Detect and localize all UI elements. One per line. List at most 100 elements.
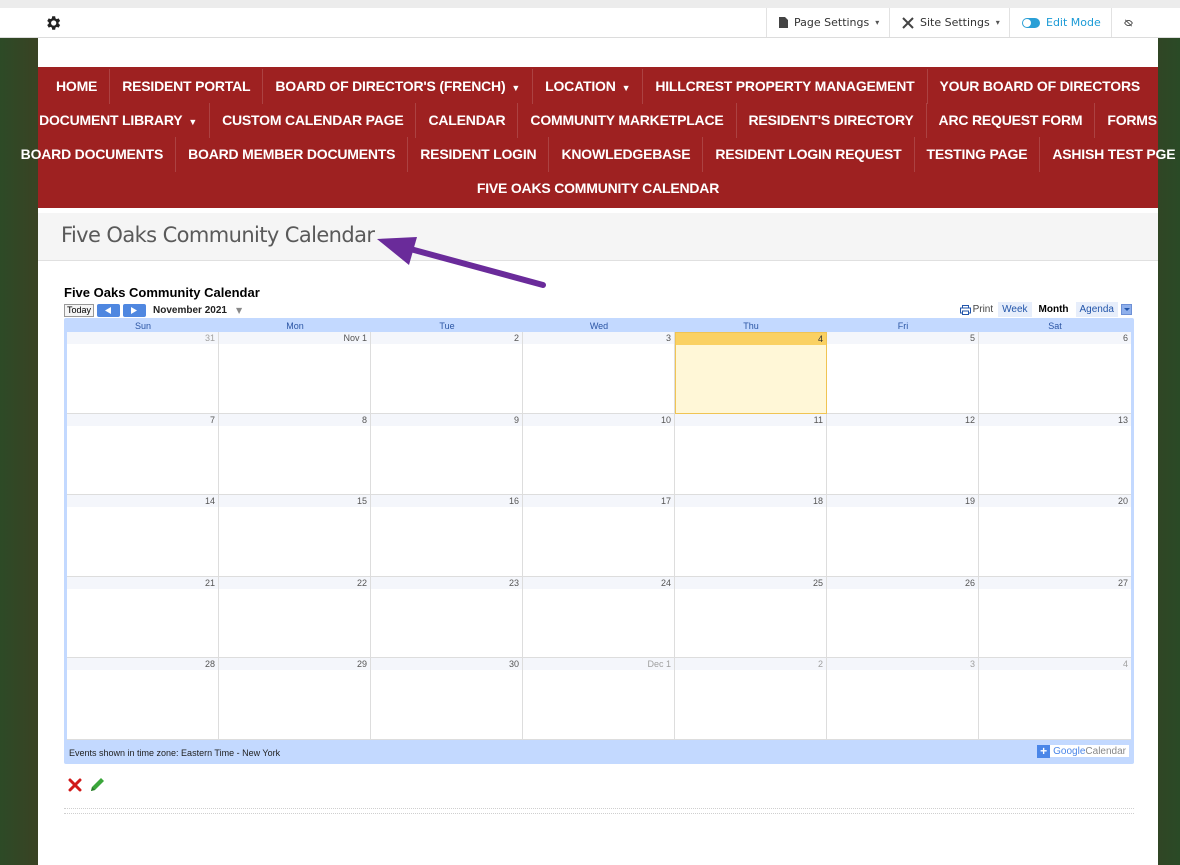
- day-cell[interactable]: 7: [67, 413, 219, 496]
- tools-icon: [902, 16, 914, 29]
- day-cell[interactable]: 20: [979, 495, 1131, 577]
- day-cell[interactable]: 2: [675, 658, 827, 740]
- nav-item[interactable]: LOCATION ▼: [532, 69, 642, 104]
- day-cell[interactable]: 22: [219, 576, 371, 659]
- day-cell[interactable]: 9: [371, 413, 523, 496]
- day-cell[interactable]: 18: [675, 495, 827, 577]
- nav-item[interactable]: KNOWLEDGEBASE: [548, 137, 702, 172]
- nav-item[interactable]: HILLCREST PROPERTY MANAGEMENT: [642, 69, 926, 104]
- caret-down-icon: ▼: [621, 83, 631, 93]
- nav-item[interactable]: BOARD OF DIRECTOR'S (FRENCH) ▼: [262, 69, 532, 104]
- widget-actions: [68, 776, 106, 794]
- day-cell[interactable]: 11: [675, 413, 827, 496]
- google-calendar-badge[interactable]: + GoogleCalendar: [1036, 744, 1130, 758]
- nav-item[interactable]: ASHISH TEST PGE: [1039, 137, 1180, 172]
- day-cell[interactable]: 8: [219, 413, 371, 496]
- chevron-down-icon[interactable]: ▼: [236, 306, 242, 315]
- day-cell[interactable]: 12: [827, 413, 979, 496]
- tab-week[interactable]: Week: [998, 302, 1032, 317]
- day-number: 24: [523, 576, 674, 589]
- day-cell[interactable]: 27: [979, 576, 1131, 659]
- nav-item[interactable]: FORMS: [1094, 103, 1169, 138]
- prev-month-button[interactable]: [97, 303, 121, 317]
- day-number: 4: [979, 658, 1131, 671]
- day-number: 27: [979, 576, 1131, 589]
- pencil-icon[interactable]: [88, 776, 106, 794]
- site-settings-label: Site Settings: [920, 16, 990, 29]
- nav-item[interactable]: DOCUMENT LIBRARY ▼: [27, 103, 209, 138]
- page-settings-menu[interactable]: Page Settings ▾: [766, 8, 891, 37]
- weekday-label: Wed: [589, 321, 609, 331]
- day-cell[interactable]: 3: [523, 332, 675, 414]
- day-cell[interactable]: 28: [67, 658, 219, 740]
- day-cell[interactable]: 10: [523, 413, 675, 496]
- nav-item[interactable]: HOME: [44, 69, 109, 104]
- day-number: Dec 1: [523, 658, 674, 671]
- day-cell[interactable]: 17: [523, 495, 675, 577]
- day-cell[interactable]: 23: [371, 576, 523, 659]
- day-cell[interactable]: 4: [675, 332, 827, 414]
- day-cell[interactable]: 16: [371, 495, 523, 577]
- edit-mode-toggle[interactable]: Edit Mode: [1009, 8, 1113, 37]
- weekday-label: Sat: [1048, 321, 1062, 331]
- nav-item-label: BOARD DOCUMENTS: [20, 146, 164, 162]
- nav-item[interactable]: ARC REQUEST FORM: [925, 103, 1095, 138]
- calendar-nav: Today November 2021 ▼: [64, 303, 242, 317]
- day-cell[interactable]: 25: [675, 576, 827, 659]
- day-cell[interactable]: 15: [219, 495, 371, 577]
- day-cell[interactable]: 26: [827, 576, 979, 659]
- day-cell[interactable]: 13: [979, 413, 1131, 496]
- day-number: 15: [219, 495, 370, 508]
- calendar-title: Five Oaks Community Calendar: [64, 285, 260, 300]
- day-cell[interactable]: 19: [827, 495, 979, 577]
- day-cell[interactable]: 2: [371, 332, 523, 414]
- day-cell[interactable]: 14: [67, 495, 219, 577]
- nav-item[interactable]: CUSTOM CALENDAR PAGE: [209, 103, 415, 138]
- nav-item[interactable]: RESIDENT LOGIN: [407, 137, 548, 172]
- day-cell[interactable]: 24: [523, 576, 675, 659]
- gear-icon[interactable]: [44, 14, 62, 32]
- day-cell[interactable]: 5: [827, 332, 979, 414]
- nav-item-label: RESIDENT'S DIRECTORY: [748, 112, 914, 128]
- nav-item-label: LOCATION: [545, 78, 616, 94]
- day-number: 10: [523, 413, 674, 426]
- day-cell[interactable]: 21: [67, 576, 219, 659]
- nav-item[interactable]: RESIDENT'S DIRECTORY: [735, 103, 926, 138]
- tab-agenda[interactable]: Agenda: [1075, 302, 1118, 317]
- page-title: Five Oaks Community Calendar: [61, 223, 375, 247]
- nav-item[interactable]: COMMUNITY MARKETPLACE: [517, 103, 735, 138]
- nav-item[interactable]: FIVE OAKS COMMUNITY CALENDAR: [465, 171, 731, 206]
- day-cell[interactable]: 30: [371, 658, 523, 740]
- day-number: 19: [827, 495, 978, 508]
- nav-item-label: CALENDAR: [428, 112, 506, 128]
- print-button[interactable]: Print: [959, 304, 993, 315]
- hide-admin-button[interactable]: [1111, 8, 1151, 37]
- site-settings-menu[interactable]: Site Settings ▾: [889, 8, 1012, 37]
- day-cell[interactable]: 31: [67, 332, 219, 414]
- nav-item[interactable]: CALENDAR: [415, 103, 517, 138]
- day-cell[interactable]: Dec 1: [523, 658, 675, 740]
- day-number: 11: [675, 413, 826, 426]
- nav-item[interactable]: YOUR BOARD OF DIRECTORS: [926, 69, 1153, 104]
- nav-item[interactable]: BOARD MEMBER DOCUMENTS: [175, 137, 407, 172]
- tab-month[interactable]: Month: [1034, 302, 1073, 317]
- nav-item-label: HOME: [55, 78, 98, 94]
- weekday-label: Mon: [286, 321, 304, 331]
- nav-item[interactable]: RESIDENT LOGIN REQUEST: [702, 137, 913, 172]
- title-band: Five Oaks Community Calendar: [38, 213, 1158, 261]
- nav-item[interactable]: TESTING PAGE: [913, 137, 1040, 172]
- day-cell[interactable]: 6: [979, 332, 1131, 414]
- nav-item[interactable]: BOARD DOCUMENTS: [9, 137, 175, 172]
- next-month-button[interactable]: [123, 303, 147, 317]
- view-tabs: Print Week Month Agenda: [959, 302, 1132, 317]
- nav-item-label: CUSTOM CALENDAR PAGE: [222, 112, 404, 128]
- day-cell[interactable]: 3: [827, 658, 979, 740]
- today-button[interactable]: Today: [64, 303, 95, 317]
- day-cell[interactable]: 4: [979, 658, 1131, 740]
- weekday-label: Fri: [897, 321, 909, 331]
- day-cell[interactable]: Nov 1: [219, 332, 371, 414]
- chevron-down-icon[interactable]: [1121, 304, 1132, 315]
- delete-icon[interactable]: [68, 778, 82, 792]
- day-cell[interactable]: 29: [219, 658, 371, 740]
- nav-item[interactable]: RESIDENT PORTAL: [109, 69, 262, 104]
